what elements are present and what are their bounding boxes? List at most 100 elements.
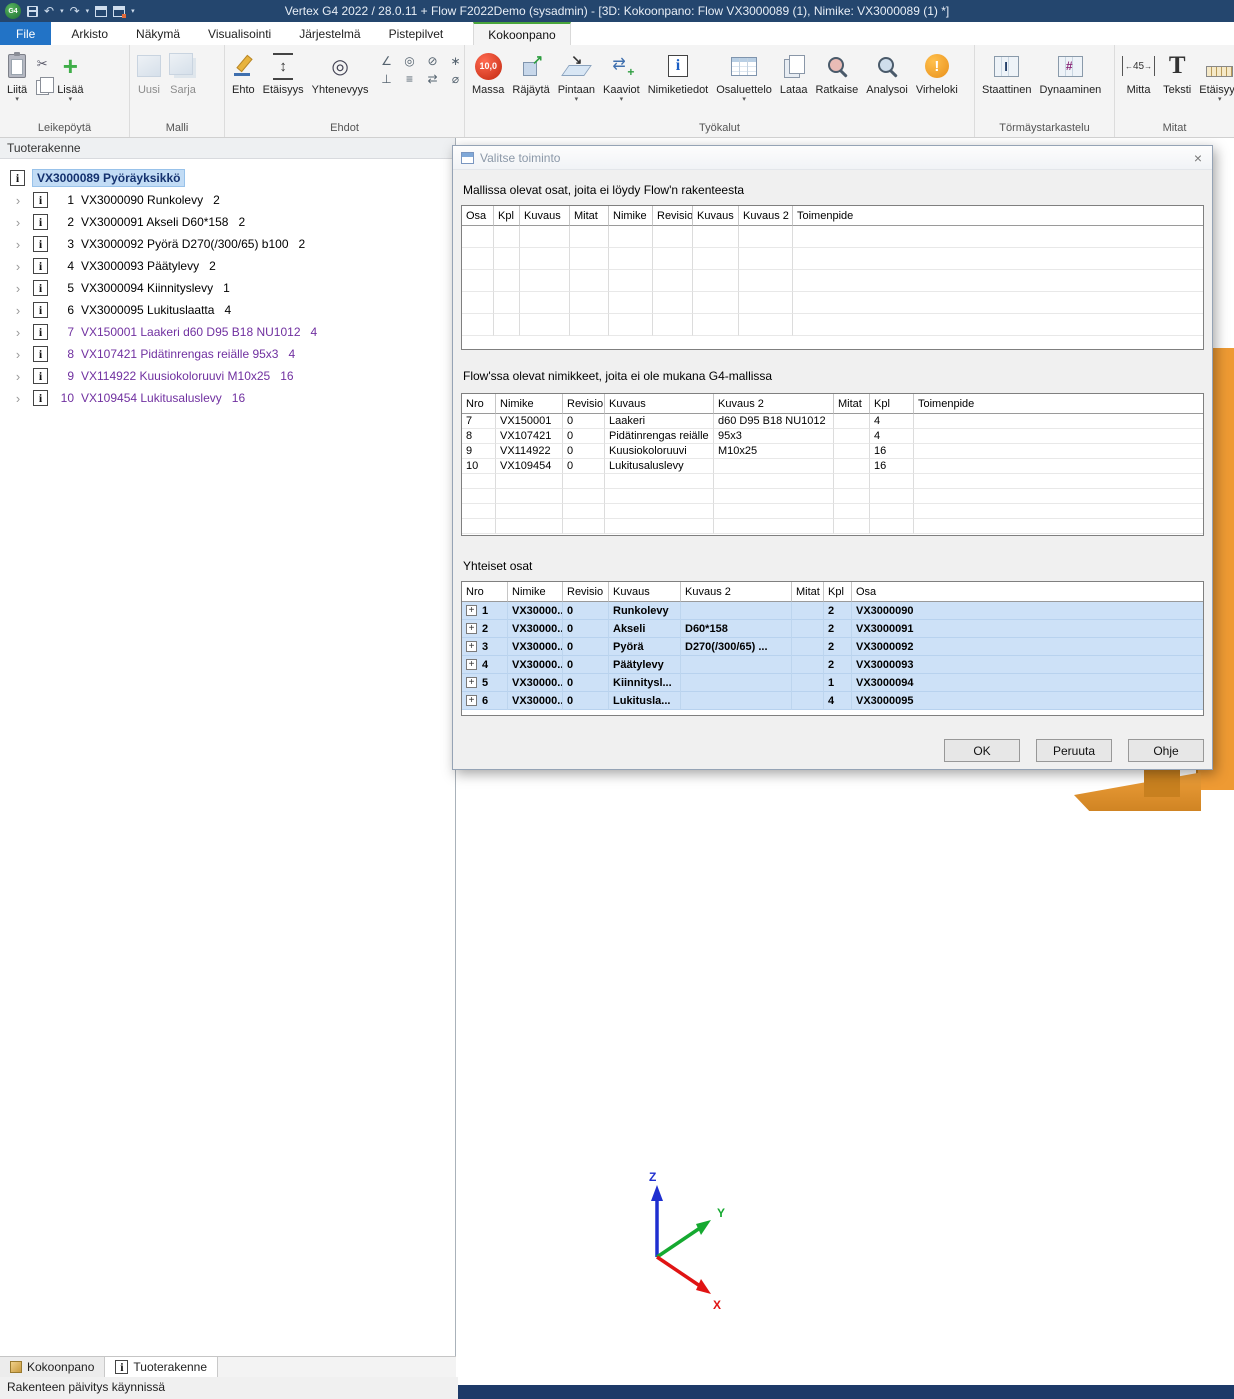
table-row[interactable]: 7VX1500010Laakerid60 D95 B18 NU10124	[462, 414, 1203, 429]
symmetry-constraint-icon[interactable]: ∗	[447, 54, 463, 68]
column-header[interactable]: Toimenpide	[793, 206, 1204, 226]
redo-dropdown-icon[interactable]: ▾	[86, 7, 90, 15]
perpendicular-constraint-icon[interactable]: ⊥	[378, 72, 394, 86]
expand-plus-icon[interactable]: +	[466, 623, 477, 634]
mass-button[interactable]: 10,0 Massa	[468, 48, 508, 96]
expand-chevron-icon[interactable]: ›	[12, 369, 24, 384]
copy-icon[interactable]	[36, 80, 49, 95]
text-button[interactable]: Teksti	[1159, 48, 1195, 96]
customize-toolbar-icon[interactable]: ▾	[131, 7, 135, 15]
solve-button[interactable]: Ratkaise	[811, 48, 862, 96]
tree-item[interactable]: ›9VX114922 Kuusiokoloruuvi M10x2516	[0, 365, 455, 387]
static-collision-button[interactable]: Staattinen	[978, 48, 1036, 96]
measure-button[interactable]: 45 Mitta	[1118, 48, 1159, 96]
bottom-tab-tuoterakenne[interactable]: Tuoterakenne	[105, 1357, 218, 1377]
column-header[interactable]: Osa	[462, 206, 494, 226]
expand-plus-icon[interactable]: +	[466, 695, 477, 706]
ok-button[interactable]: OK	[944, 739, 1020, 762]
diagrams-button[interactable]: Kaaviot ▾	[599, 48, 644, 103]
app-logo-icon[interactable]: G4	[5, 3, 21, 19]
tree-item[interactable]: ›7VX150001 Laakeri d60 D95 B18 NU10124	[0, 321, 455, 343]
expand-plus-icon[interactable]: +	[466, 659, 477, 670]
tree-item[interactable]: ›1VX3000090 Runkolevy2	[0, 189, 455, 211]
table-row[interactable]: 8VX1074210Pidätinrengas reiälle95x34	[462, 429, 1203, 444]
expand-chevron-icon[interactable]: ›	[12, 193, 24, 208]
coincidence-button[interactable]: Yhtenevyys	[308, 48, 373, 96]
column-header[interactable]: Nro	[462, 394, 496, 414]
column-header[interactable]: Osa	[852, 582, 1204, 602]
column-header[interactable]: Kuvaus	[693, 206, 739, 226]
3d-model-part[interactable]	[1144, 769, 1180, 797]
expand-chevron-icon[interactable]: ›	[12, 391, 24, 406]
explode-button[interactable]: Räjäytä	[508, 48, 553, 96]
expand-plus-icon[interactable]: +	[466, 641, 477, 652]
series-button[interactable]: Sarja	[165, 48, 201, 96]
dialog-titlebar[interactable]: Valitse toiminto ×	[453, 146, 1212, 170]
bottom-tab-kokoonpano[interactable]: Kokoonpano	[0, 1357, 105, 1377]
column-header[interactable]: Kpl	[824, 582, 852, 602]
column-header[interactable]: Nimike	[508, 582, 563, 602]
condition-button[interactable]: Ehto	[228, 48, 259, 96]
table-row[interactable]: +2VX30000...0AkseliD60*1582VX3000091	[462, 620, 1203, 638]
tab-arkisto[interactable]: Arkisto	[57, 22, 122, 45]
distance-dimension-button[interactable]: Etäisyys ▾	[1195, 48, 1234, 103]
paste-button[interactable]: Liitä ▾	[3, 48, 31, 103]
column-header[interactable]: Kuvaus	[520, 206, 570, 226]
column-header[interactable]: Kuvaus	[605, 394, 714, 414]
close-icon[interactable]: ×	[1192, 150, 1204, 166]
cancel-button[interactable]: Peruuta	[1036, 739, 1112, 762]
redo-icon[interactable]: ↷	[70, 5, 80, 17]
column-header[interactable]: Mitat	[792, 582, 824, 602]
table-row[interactable]: 10VX1094540Lukitusaluslevy16	[462, 459, 1203, 474]
tree-item[interactable]: ›3VX3000092 Pyörä D270(/300/65) b1002	[0, 233, 455, 255]
new-button[interactable]: Uusi	[133, 48, 165, 96]
tab-pistepilvet[interactable]: Pistepilvet	[375, 22, 458, 45]
column-header[interactable]: Revisio	[563, 582, 609, 602]
expand-chevron-icon[interactable]: ›	[12, 303, 24, 318]
diameter-constraint-icon[interactable]: ⌀	[447, 72, 463, 86]
error-log-button[interactable]: Virheloki	[912, 48, 962, 96]
to-surface-button[interactable]: Pintaan ▾	[554, 48, 599, 103]
column-header[interactable]: Mitat	[570, 206, 609, 226]
column-header[interactable]: Kpl	[870, 394, 914, 414]
save-icon[interactable]	[27, 6, 38, 17]
tree-item[interactable]: ›4VX3000093 Päätylevy2	[0, 255, 455, 277]
undo-icon[interactable]: ↶	[44, 5, 54, 17]
column-header[interactable]: Nimike	[496, 394, 563, 414]
expand-plus-icon[interactable]: +	[466, 605, 477, 616]
analyze-button[interactable]: Analysoi	[862, 48, 912, 96]
column-header[interactable]: Nro	[462, 582, 508, 602]
expand-plus-icon[interactable]: +	[466, 677, 477, 688]
column-header[interactable]: Kuvaus 2	[714, 394, 834, 414]
tab-jarjestelma[interactable]: Järjestelmä	[285, 22, 374, 45]
parallel-constraint-icon[interactable]: ≡	[401, 72, 417, 86]
table-row[interactable]: +6VX30000...0Lukitusla...4VX3000095	[462, 692, 1203, 710]
load-button[interactable]: Lataa	[776, 48, 812, 96]
table-row[interactable]: 9VX1149220KuusiokoloruuviM10x2516	[462, 444, 1203, 459]
dynamic-collision-button[interactable]: Dynaaminen	[1036, 48, 1106, 96]
undo-dropdown-icon[interactable]: ▾	[60, 7, 64, 15]
tree-item[interactable]: ›2VX3000091 Akseli D60*1582	[0, 211, 455, 233]
table-row[interactable]: +1VX30000...0Runkolevy2VX3000090	[462, 602, 1203, 620]
table-row[interactable]: +3VX30000...0PyöräD270(/300/65) ...2VX30…	[462, 638, 1203, 656]
cut-scissors-icon[interactable]: ✂	[37, 56, 48, 72]
distance-constraint-button[interactable]: Etäisyys	[259, 48, 308, 96]
column-header[interactable]: Nimike	[609, 206, 653, 226]
tab-nakyma[interactable]: Näkymä	[122, 22, 194, 45]
column-header[interactable]: Kuvaus	[609, 582, 681, 602]
tab-visualisointi[interactable]: Visualisointi	[194, 22, 285, 45]
angle-constraint-icon[interactable]: ∠	[378, 54, 394, 68]
expand-chevron-icon[interactable]: ›	[12, 281, 24, 296]
tab-file[interactable]: File	[0, 22, 51, 45]
expand-chevron-icon[interactable]: ›	[12, 325, 24, 340]
item-info-button[interactable]: Nimiketiedot	[644, 48, 713, 96]
column-header[interactable]: Toimenpide	[914, 394, 1204, 414]
column-header[interactable]: Revisio	[563, 394, 605, 414]
expand-chevron-icon[interactable]: ›	[12, 347, 24, 362]
part-list-button[interactable]: Osaluettelo ▾	[712, 48, 776, 103]
swap-constraint-icon[interactable]: ⇄	[424, 72, 440, 86]
tab-kokoonpano[interactable]: Kokoonpano	[473, 22, 570, 45]
3d-model-part[interactable]	[1074, 769, 1201, 811]
tree-item[interactable]: ›10VX109454 Lukitusaluslevy16	[0, 387, 455, 409]
column-header[interactable]: Kpl	[494, 206, 520, 226]
